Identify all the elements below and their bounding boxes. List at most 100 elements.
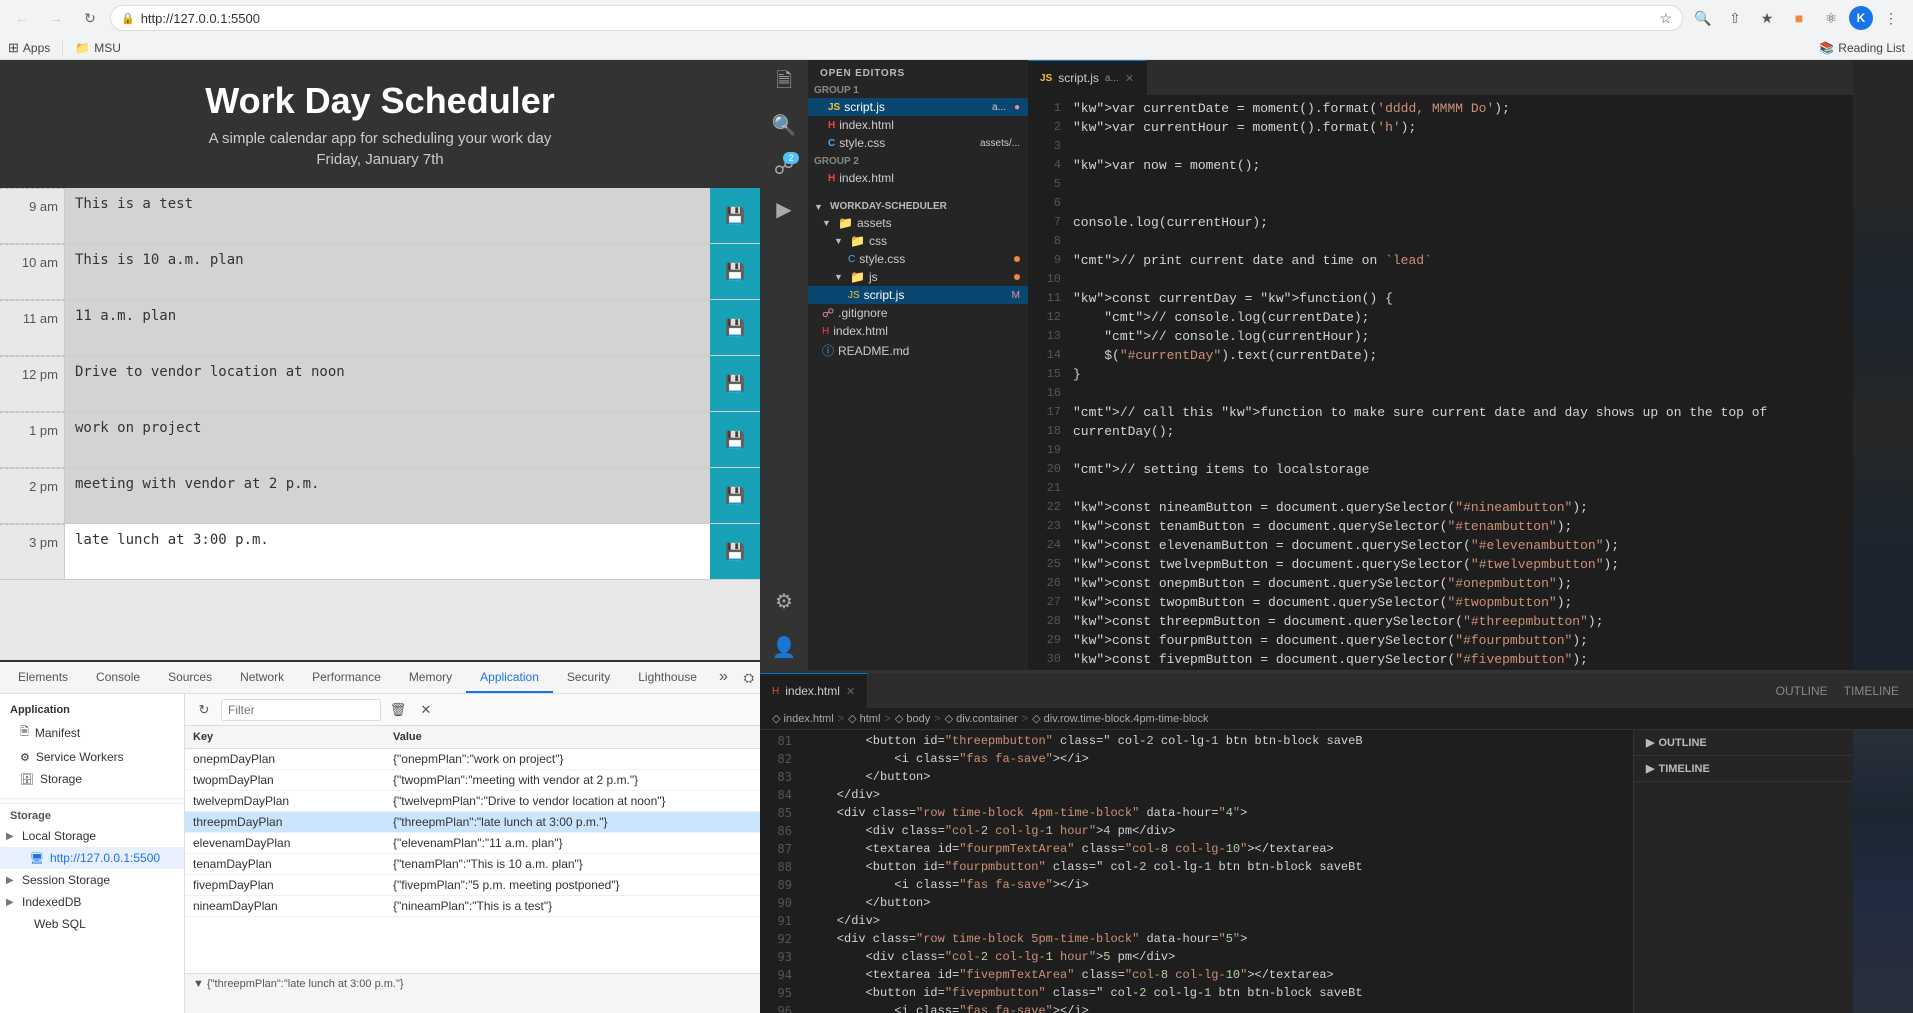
col-key-header: Key: [185, 729, 385, 745]
tab-index-html[interactable]: H index.html ✕: [760, 673, 868, 708]
schedule-textarea[interactable]: This is a test: [65, 188, 710, 243]
table-row[interactable]: fivepmDayPlan {"fivepmPlan":"5 p.m. meet…: [185, 875, 760, 896]
menu-button[interactable]: ⋮: [1877, 4, 1905, 32]
bottom-right-items: OUTLINE TIMELINE: [1770, 684, 1905, 698]
save-button[interactable]: 💾: [710, 468, 760, 523]
tab-sources[interactable]: Sources: [154, 662, 226, 693]
close-filter-button[interactable]: ✕: [415, 699, 437, 721]
sidebar-indexeddb[interactable]: ▶ IndexedDB: [0, 891, 184, 913]
share-icon[interactable]: ⇧: [1721, 4, 1749, 32]
save-button[interactable]: 💾: [710, 188, 760, 243]
refresh-button[interactable]: ↻: [193, 699, 215, 721]
tab-console[interactable]: Console: [82, 662, 154, 693]
css-folder[interactable]: ▼ 📁 css: [808, 232, 1028, 250]
explorer-icon[interactable]: 🗎: [765, 64, 803, 102]
reading-list-bookmark[interactable]: 📚 Reading List: [1819, 41, 1905, 55]
sidebar-localhost-item[interactable]: 🖥 http://127.0.0.1:5500: [0, 847, 184, 869]
table-cell-key: threepmDayPlan: [185, 812, 385, 832]
settings-activity-icon[interactable]: ⚙: [765, 582, 803, 620]
tab-performance[interactable]: Performance: [298, 662, 395, 693]
debug-icon[interactable]: ▶: [765, 190, 803, 228]
settings-icon[interactable]: ⚛: [1817, 4, 1845, 32]
bottom-code-content[interactable]: <button id="threepmbutton" class=" col-2…: [800, 730, 1633, 1013]
save-button[interactable]: 💾: [710, 300, 760, 355]
accounts-icon[interactable]: 👤: [765, 628, 803, 666]
schedule-textarea[interactable]: 11 a.m. plan: [65, 300, 710, 355]
schedule-textarea[interactable]: late lunch at 3:00 p.m.: [65, 524, 710, 579]
code-line: 14 $("#currentDay").text(currentDate);: [1028, 346, 1853, 365]
zoom-icon[interactable]: 🔍: [1689, 4, 1717, 32]
forward-button[interactable]: →: [42, 4, 70, 32]
table-row[interactable]: tenamDayPlan {"tenamPlan":"This is 10 a.…: [185, 854, 760, 875]
service-workers-icon: ⚙: [20, 751, 30, 764]
save-button[interactable]: 💾: [710, 524, 760, 579]
sidebar-session-storage[interactable]: ▶ Session Storage: [0, 869, 184, 891]
file-script-js-open[interactable]: JS script.js a... ●: [808, 98, 1028, 116]
workday-scheduler-root[interactable]: ▼ WORKDAY-SCHEDULER: [808, 199, 1028, 214]
code-line: 13 "cmt">// console.log(currentHour);: [1028, 327, 1853, 346]
profile-avatar[interactable]: K: [1849, 6, 1873, 30]
code-line: 3: [1028, 137, 1853, 156]
sidebar-storage-item[interactable]: 🗄 Storage: [0, 768, 184, 790]
sidebar-websql[interactable]: Web SQL: [0, 913, 184, 935]
extension-icon[interactable]: ■: [1785, 4, 1813, 32]
delete-all-button[interactable]: 🗑: [387, 699, 409, 721]
table-row[interactable]: nineamDayPlan {"nineamPlan":"This is a t…: [185, 896, 760, 917]
devtools-settings-icon[interactable]: ⛭: [736, 665, 760, 691]
outline-header[interactable]: ▶ OUTLINE: [1634, 730, 1853, 756]
assets-folder[interactable]: ▼ 📁 assets: [808, 214, 1028, 232]
file-index-html-open[interactable]: H index.html: [808, 116, 1028, 134]
js-folder[interactable]: ▼ 📁 js: [808, 268, 1028, 286]
code-line: 4 "kw">var now = moment();: [1028, 156, 1853, 175]
save-button[interactable]: 💾: [710, 356, 760, 411]
save-button[interactable]: 💾: [710, 244, 760, 299]
filter-input[interactable]: [221, 699, 381, 721]
git-icon[interactable]: ☍ 2: [765, 148, 803, 186]
tab-lighthouse[interactable]: Lighthouse: [624, 662, 711, 693]
star-icon[interactable]: ☆: [1659, 10, 1672, 27]
tab-security[interactable]: Security: [553, 662, 624, 693]
schedule-textarea[interactable]: work on project: [65, 412, 710, 467]
apps-bookmark[interactable]: ⊞ Apps: [8, 40, 50, 56]
tab-more[interactable]: »: [711, 662, 736, 693]
file-readme[interactable]: ⓘ README.md: [808, 340, 1028, 361]
html-tab-close[interactable]: ✕: [846, 685, 855, 698]
tab-network[interactable]: Network: [226, 662, 298, 693]
storage-header: Storage: [0, 803, 184, 825]
sidebar-manifest[interactable]: 🗎 Manifest: [0, 719, 184, 746]
timeline-header[interactable]: ▶ TIMELINE: [1634, 756, 1853, 782]
sidebar-local-storage[interactable]: ▶ Local Storage: [0, 825, 184, 847]
schedule-textarea[interactable]: meeting with vendor at 2 p.m.: [65, 468, 710, 523]
app-date: Friday, January 7th: [20, 151, 740, 168]
msu-bookmark[interactable]: 📁 MSU: [75, 41, 121, 55]
schedule-textarea[interactable]: Drive to vendor location at noon: [65, 356, 710, 411]
schedule-textarea[interactable]: This is 10 a.m. plan: [65, 244, 710, 299]
table-row[interactable]: threepmDayPlan {"threepmPlan":"late lunc…: [185, 812, 760, 833]
file-gitignore[interactable]: ☍ .gitignore: [808, 304, 1028, 322]
back-button[interactable]: ←: [8, 4, 36, 32]
tab-elements[interactable]: Elements: [4, 662, 82, 693]
sidebar-service-workers[interactable]: ⚙ Service Workers: [0, 746, 184, 768]
line-number: 9: [1028, 251, 1073, 270]
table-row[interactable]: elevenamDayPlan {"elevenamPlan":"11 a.m.…: [185, 833, 760, 854]
browser-content: Work Day Scheduler A simple calendar app…: [0, 60, 760, 660]
tab-memory[interactable]: Memory: [395, 662, 466, 693]
table-row[interactable]: twopmDayPlan {"twopmPlan":"meeting with …: [185, 770, 760, 791]
file-style-css-open[interactable]: C style.css assets/...: [808, 134, 1028, 152]
tab-application[interactable]: Application: [466, 662, 553, 693]
table-row[interactable]: onepmDayPlan {"onepmPlan":"work on proje…: [185, 749, 760, 770]
file-script-js-tree[interactable]: JS script.js M: [808, 286, 1028, 304]
save-button[interactable]: 💾: [710, 412, 760, 467]
tab-script-js[interactable]: JS script.js a... ✕: [1028, 60, 1147, 95]
file-index-html-tree[interactable]: H index.html: [808, 322, 1028, 340]
search-activity-icon[interactable]: 🔍: [765, 106, 803, 144]
reload-button[interactable]: ↻: [76, 4, 104, 32]
tab-close-icon[interactable]: ✕: [1125, 72, 1134, 85]
url-bar[interactable]: 🔒 http://127.0.0.1:5500 ☆: [110, 5, 1683, 31]
file-style-css-tree[interactable]: C style.css: [808, 250, 1028, 268]
open-editors-header: OPEN EDITORS: [808, 64, 1028, 83]
browser-toolbar: ← → ↻ 🔒 http://127.0.0.1:5500 ☆ 🔍 ⇧ ★ ■ …: [0, 0, 1913, 36]
file-index-html-g2[interactable]: H index.html: [808, 169, 1028, 187]
bookmark-icon[interactable]: ★: [1753, 4, 1781, 32]
table-row[interactable]: twelvepmDayPlan {"twelvepmPlan":"Drive t…: [185, 791, 760, 812]
